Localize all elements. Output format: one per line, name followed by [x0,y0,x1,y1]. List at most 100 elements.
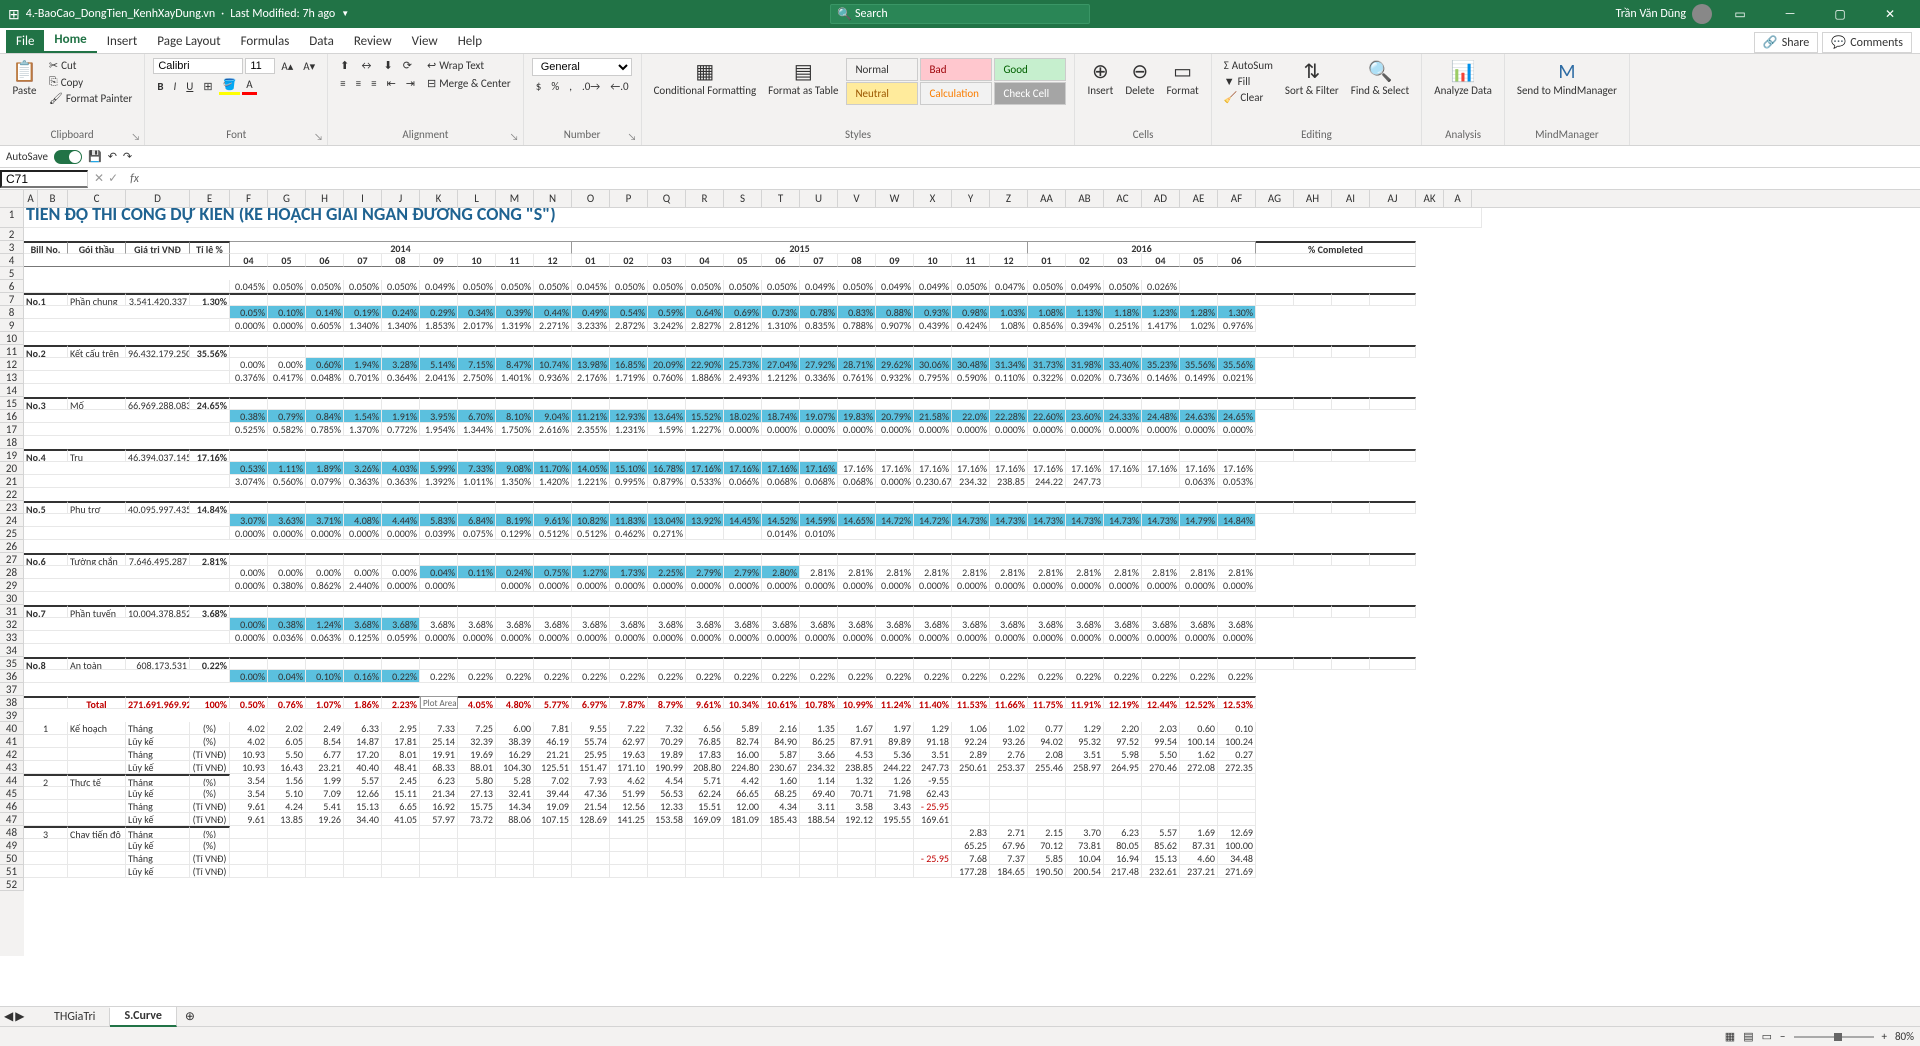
cell[interactable] [1066,657,1104,670]
cell[interactable] [686,605,724,618]
cell[interactable]: 2.95 [382,722,420,735]
cell[interactable] [572,501,610,514]
cell[interactable]: 0.000% [686,631,724,644]
cell[interactable]: 0.439% [914,319,952,332]
cell[interactable]: 0.000% [1066,631,1104,644]
cell[interactable] [496,553,534,566]
cell[interactable] [1218,787,1256,800]
cell[interactable]: 0.050% [344,280,382,293]
sheet-tab-scurve[interactable]: S.Curve [110,1007,176,1027]
cell[interactable]: 0.22% [458,670,496,683]
cell[interactable]: 2.08 [1028,748,1066,761]
cell[interactable] [1294,553,1332,566]
cell[interactable]: 270.46 [1142,761,1180,774]
row-header-29[interactable]: 29 [0,579,24,592]
cell[interactable]: 5.77% [534,696,572,709]
cell[interactable]: 3.51 [1066,748,1104,761]
cell[interactable] [724,839,762,852]
insert-cells-button[interactable]: ⊕Insert [1083,58,1117,99]
cell[interactable] [1294,449,1332,462]
cell[interactable]: 7.32 [648,722,686,735]
cell[interactable]: 10.93 [230,748,268,761]
cell[interactable] [686,657,724,670]
row-header-14[interactable]: 14 [0,384,24,397]
cell[interactable]: 8.01 [382,748,420,761]
cell[interactable]: 0.512% [572,527,610,540]
cell[interactable]: 7.37 [990,852,1028,865]
search-input[interactable]: 🔍 Search [830,4,1090,24]
cell[interactable] [1104,501,1142,514]
tab-view[interactable]: View [402,30,448,53]
cell[interactable] [1218,605,1256,618]
cell[interactable]: 4.80% [496,696,534,709]
cell[interactable]: 0.512% [534,527,572,540]
cell[interactable]: 0.000% [838,423,876,436]
cell[interactable]: 0.363% [344,475,382,488]
cell[interactable]: 17.16% [686,462,724,475]
cell[interactable]: 6.97% [572,696,610,709]
cell[interactable] [306,345,344,358]
cell[interactable]: 1.344% [458,423,496,436]
cell[interactable] [458,605,496,618]
cell[interactable]: 0.000% [952,631,990,644]
col-header-G[interactable]: G [268,190,306,207]
cell[interactable]: Plot Area [420,696,458,709]
cell[interactable] [800,865,838,878]
cell[interactable] [648,397,686,410]
cell[interactable]: 2.440% [344,579,382,592]
row-header-33[interactable]: 33 [0,631,24,644]
row-header-47[interactable]: 47 [0,813,24,826]
cell[interactable]: 1.86% [344,696,382,709]
cell[interactable]: 2.03 [1142,722,1180,735]
cell[interactable]: 1.69 [1180,826,1218,839]
row-header-31[interactable]: 31 [0,605,24,618]
cell[interactable]: Lũy kế [126,839,190,852]
cell[interactable]: 0.00% [268,358,306,371]
cell[interactable]: (%) [190,826,230,839]
font-size-input[interactable] [245,58,275,74]
row-header-3[interactable]: 3 [0,241,24,254]
cell[interactable] [1066,345,1104,358]
cell[interactable]: 1.401% [496,371,534,384]
cell[interactable]: 1.319% [496,319,534,332]
cell[interactable]: 5.83% [420,514,458,527]
cell[interactable]: 3.58 [838,800,876,813]
cell[interactable]: 0.049% [1066,280,1104,293]
cell[interactable] [724,852,762,865]
cell[interactable]: 5.50 [1142,748,1180,761]
align-left-button[interactable]: ≡ [336,76,349,91]
cell[interactable]: 0.22% [1142,670,1180,683]
cell[interactable] [724,501,762,514]
cell[interactable]: 0.050% [1104,280,1142,293]
cell[interactable] [1104,449,1142,462]
cell[interactable]: 0.78% [800,306,838,319]
cell[interactable]: 12.33 [648,800,686,813]
cell[interactable]: 56.53 [648,787,686,800]
cell[interactable]: 0.00% [230,618,268,631]
cell[interactable]: 0.79% [268,410,306,423]
cell[interactable]: 3.68% [458,618,496,631]
cell[interactable]: 0.125% [344,631,382,644]
cell[interactable]: 1.221% [572,475,610,488]
cell[interactable] [952,449,990,462]
cell[interactable]: (%) [190,839,230,852]
cell[interactable]: Tháng [126,774,190,787]
cell[interactable]: 4.60 [1180,852,1218,865]
cell[interactable]: 12.44% [1142,696,1180,709]
cell[interactable]: 0.045% [572,280,610,293]
cell[interactable]: 6.77 [306,748,344,761]
cell[interactable]: 2.81% [1142,566,1180,579]
cell[interactable]: 3,541,420,337 [126,293,190,306]
cell[interactable]: 0.53% [230,462,268,475]
cell[interactable]: 0.000% [1218,631,1256,644]
cell[interactable] [686,553,724,566]
cell[interactable]: 4.08% [344,514,382,527]
cell[interactable]: 0.22% [648,670,686,683]
cell[interactable]: 0.22% [1180,670,1218,683]
cell[interactable]: 73.81 [1066,839,1104,852]
cell[interactable]: 0.000% [458,631,496,644]
cell[interactable]: 244.22 [876,761,914,774]
cell[interactable] [838,657,876,670]
cell[interactable]: 13.04% [648,514,686,527]
autosum-button[interactable]: ΣAutoSum [1220,58,1277,73]
